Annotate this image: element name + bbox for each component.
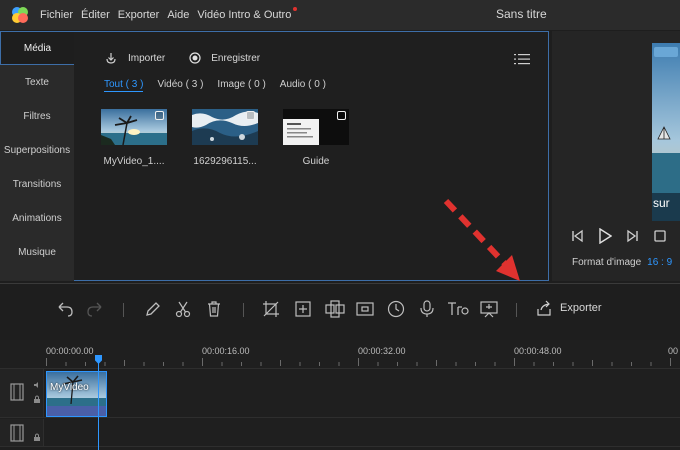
- clip-select-checkbox[interactable]: [155, 111, 164, 120]
- tab-image[interactable]: Image ( 0 ): [217, 79, 265, 92]
- menu-bar: Fichier Éditer Exporter Aide Vidéo Intro…: [0, 0, 680, 30]
- list-view-icon[interactable]: [514, 53, 530, 65]
- next-frame-icon[interactable]: [626, 229, 640, 243]
- media-clip-guide[interactable]: Guide: [283, 109, 349, 167]
- sidebar-item-overlays[interactable]: Superpositions: [0, 133, 74, 167]
- delete-trash-icon[interactable]: [205, 300, 223, 318]
- record-label: Enregistrer: [211, 52, 261, 64]
- aspect-ratio-row: Format d'image 16 : 9: [572, 257, 672, 268]
- toolbar-separator: [123, 303, 124, 317]
- menu-video-intro-outro-label: Vidéo Intro & Outro: [197, 9, 292, 21]
- sidebar-item-media[interactable]: Média: [0, 31, 74, 65]
- clip-select-checkbox[interactable]: [337, 111, 346, 120]
- clip-name: MyVideo_1....: [103, 156, 165, 167]
- edit-pencil-icon[interactable]: [144, 300, 162, 318]
- timeline-ruler[interactable]: 00:00:00.00 00:00:16.00 00:00:32.00 00:0…: [0, 340, 680, 366]
- import-label: Importer: [128, 52, 166, 64]
- media-clip-seashore[interactable]: 1629296115...: [192, 109, 258, 167]
- edit-toolbar: Exporter: [0, 292, 680, 328]
- media-filter-tabs: Tout ( 3 ) Vidéo ( 3 ) Image ( 0 ) Audio…: [104, 79, 340, 92]
- tab-audio[interactable]: Audio ( 0 ): [280, 79, 326, 92]
- record-icon: [189, 52, 201, 64]
- clip-name: Guide: [302, 156, 330, 167]
- redo-icon[interactable]: [86, 300, 104, 318]
- menu-aide[interactable]: Aide: [167, 9, 189, 21]
- playhead-line: [98, 356, 99, 450]
- menu-editer[interactable]: Éditer: [81, 9, 110, 21]
- toolbar-separator: [243, 303, 244, 317]
- undo-icon[interactable]: [56, 300, 74, 318]
- film-strip-icon: [10, 424, 24, 442]
- panel-divider: [0, 283, 680, 284]
- menu-fichier[interactable]: Fichier: [40, 9, 73, 21]
- preview-overlay-text: sur: [653, 196, 670, 210]
- sidebar-item-transitions[interactable]: Transitions: [0, 167, 74, 201]
- record-button[interactable]: Enregistrer: [189, 52, 260, 64]
- timecode-label: 00:00:48.00: [514, 346, 562, 356]
- video-track-header: [0, 369, 44, 417]
- sidebar-item-filters[interactable]: Filtres: [0, 99, 74, 133]
- video-editor-window: Fichier Éditer Exporter Aide Vidéo Intro…: [0, 0, 680, 450]
- sidebar-item-animations[interactable]: Animations: [0, 201, 74, 235]
- timecode-label: 00: [668, 346, 679, 356]
- microphone-icon[interactable]: [418, 300, 436, 318]
- notification-dot: [293, 7, 298, 11]
- text-to-speech-icon[interactable]: [447, 300, 469, 318]
- category-sidebar: Média Texte Filtres Superpositions Trans…: [0, 31, 74, 281]
- menu-exporter[interactable]: Exporter: [118, 9, 160, 21]
- duration-clock-icon[interactable]: [387, 300, 405, 318]
- play-icon[interactable]: [598, 228, 612, 244]
- ruler-ticks: [46, 358, 671, 366]
- video-track: MyVideo: [0, 368, 680, 418]
- beach-palm-thumbnail: [101, 109, 167, 145]
- preview-video: sur: [652, 43, 680, 221]
- preview-panel: sur Format d'image 16 : 9: [552, 31, 680, 281]
- mosaic-icon[interactable]: [325, 300, 345, 318]
- stop-icon[interactable]: [654, 230, 666, 242]
- seashore-waves-thumbnail: [192, 109, 258, 145]
- export-button[interactable]: Exporter: [536, 300, 602, 316]
- player-controls: [570, 228, 680, 244]
- timeline: 00:00:00.00 00:00:16.00 00:00:32.00 00:0…: [0, 340, 680, 450]
- aspect-ratio-label: Format d'image: [572, 257, 642, 268]
- speaker-icon[interactable]: [33, 381, 41, 389]
- export-label: Exporter: [560, 302, 602, 314]
- tab-video[interactable]: Vidéo ( 3 ): [157, 79, 203, 92]
- menu-video-intro-outro[interactable]: Vidéo Intro & Outro: [197, 7, 298, 21]
- toolbar-separator: [516, 303, 517, 317]
- lock-icon[interactable]: [33, 395, 41, 403]
- crop-icon[interactable]: [262, 300, 280, 318]
- clip-name: 1629296115...: [193, 156, 257, 167]
- sidebar-item-text[interactable]: Texte: [0, 65, 74, 99]
- media-clip-myvideo[interactable]: MyVideo_1....: [101, 109, 167, 167]
- lock-icon[interactable]: [33, 433, 41, 441]
- zoom-frame-icon[interactable]: [294, 300, 312, 318]
- media-toolbar: Importer Enregistrer: [104, 52, 284, 64]
- prev-frame-icon[interactable]: [570, 229, 584, 243]
- split-scissors-icon[interactable]: [174, 300, 192, 318]
- timecode-label: 00:00:16.00: [202, 346, 250, 356]
- aspect-ratio-value[interactable]: 16 : 9: [647, 257, 672, 268]
- timecode-label: 00:00:00.00: [46, 346, 94, 356]
- clip-select-checkbox[interactable]: [246, 111, 255, 120]
- annotation-arrow-icon: [443, 198, 520, 281]
- audio-track-header: [0, 419, 44, 446]
- tab-all[interactable]: Tout ( 3 ): [104, 79, 144, 92]
- timecode-label: 00:00:32.00: [358, 346, 406, 356]
- sidebar-item-music[interactable]: Musique: [0, 235, 74, 269]
- timeline-clip-label: MyVideo: [50, 382, 89, 393]
- freeze-frame-icon[interactable]: [356, 300, 374, 318]
- import-icon: [106, 53, 116, 64]
- screen-record-icon[interactable]: [480, 300, 498, 318]
- import-button[interactable]: Importer: [104, 52, 165, 64]
- app-logo-icon: [12, 7, 28, 23]
- audio-track: [0, 419, 680, 447]
- export-icon: [537, 300, 551, 316]
- window-title: Sans titre: [496, 7, 547, 21]
- dark-guide-thumbnail: [283, 109, 349, 145]
- film-strip-icon: [10, 383, 24, 401]
